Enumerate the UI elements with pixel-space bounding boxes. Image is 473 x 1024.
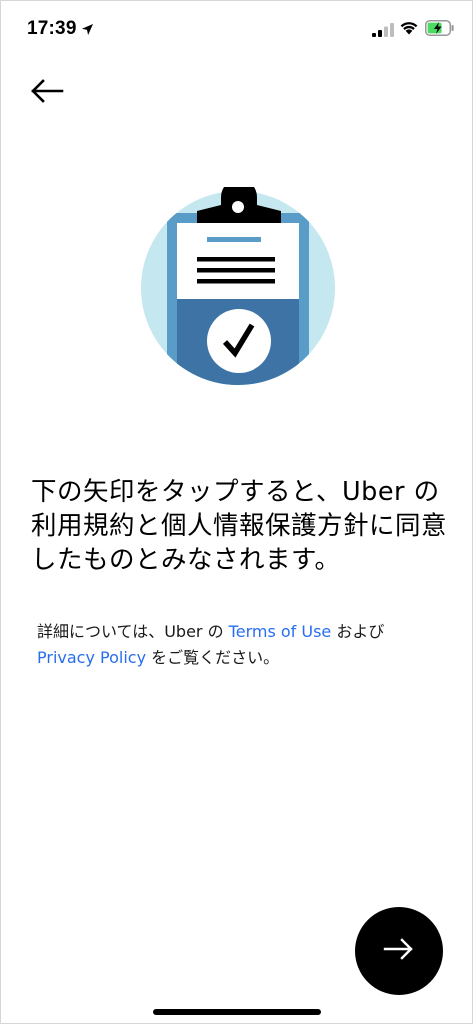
arrow-left-icon: [30, 78, 64, 108]
next-button[interactable]: [355, 907, 443, 995]
status-time: 17:39: [27, 18, 77, 39]
detail-middle: および: [331, 622, 385, 641]
terms-of-use-link[interactable]: Terms of Use: [229, 622, 332, 641]
location-arrow-icon: [81, 21, 94, 40]
consent-line-3: したものとみなされます。: [31, 545, 341, 575]
screen: 17:39 下の矢印をタップすると、Uber の 利用規約と個人情報保護方針に同…: [0, 0, 473, 1024]
detail-prefix: 詳細については、Uber の: [37, 622, 229, 641]
consent-line-1: 下の矢印をタップすると、Uber の: [31, 477, 440, 507]
status-bar: 17:39: [1, 1, 472, 59]
battery-charging-icon: [425, 20, 455, 40]
consent-line-2: 利用規約と個人情報保護方針に同意: [31, 511, 448, 541]
home-indicator: [153, 1009, 321, 1015]
wifi-icon: [399, 20, 419, 39]
back-button[interactable]: [27, 75, 67, 111]
arrow-right-icon: [383, 937, 415, 965]
cellular-signal-icon: [372, 22, 394, 41]
clipboard-checkmark-icon: [137, 179, 339, 389]
privacy-policy-link[interactable]: Privacy Policy: [37, 648, 146, 667]
detail-text: 詳細については、Uber の Terms of Use および Privacy P…: [37, 619, 447, 671]
detail-suffix: をご覧ください。: [146, 648, 280, 667]
consent-message: 下の矢印をタップすると、Uber の 利用規約と個人情報保護方針に同意 したもの…: [31, 475, 451, 577]
